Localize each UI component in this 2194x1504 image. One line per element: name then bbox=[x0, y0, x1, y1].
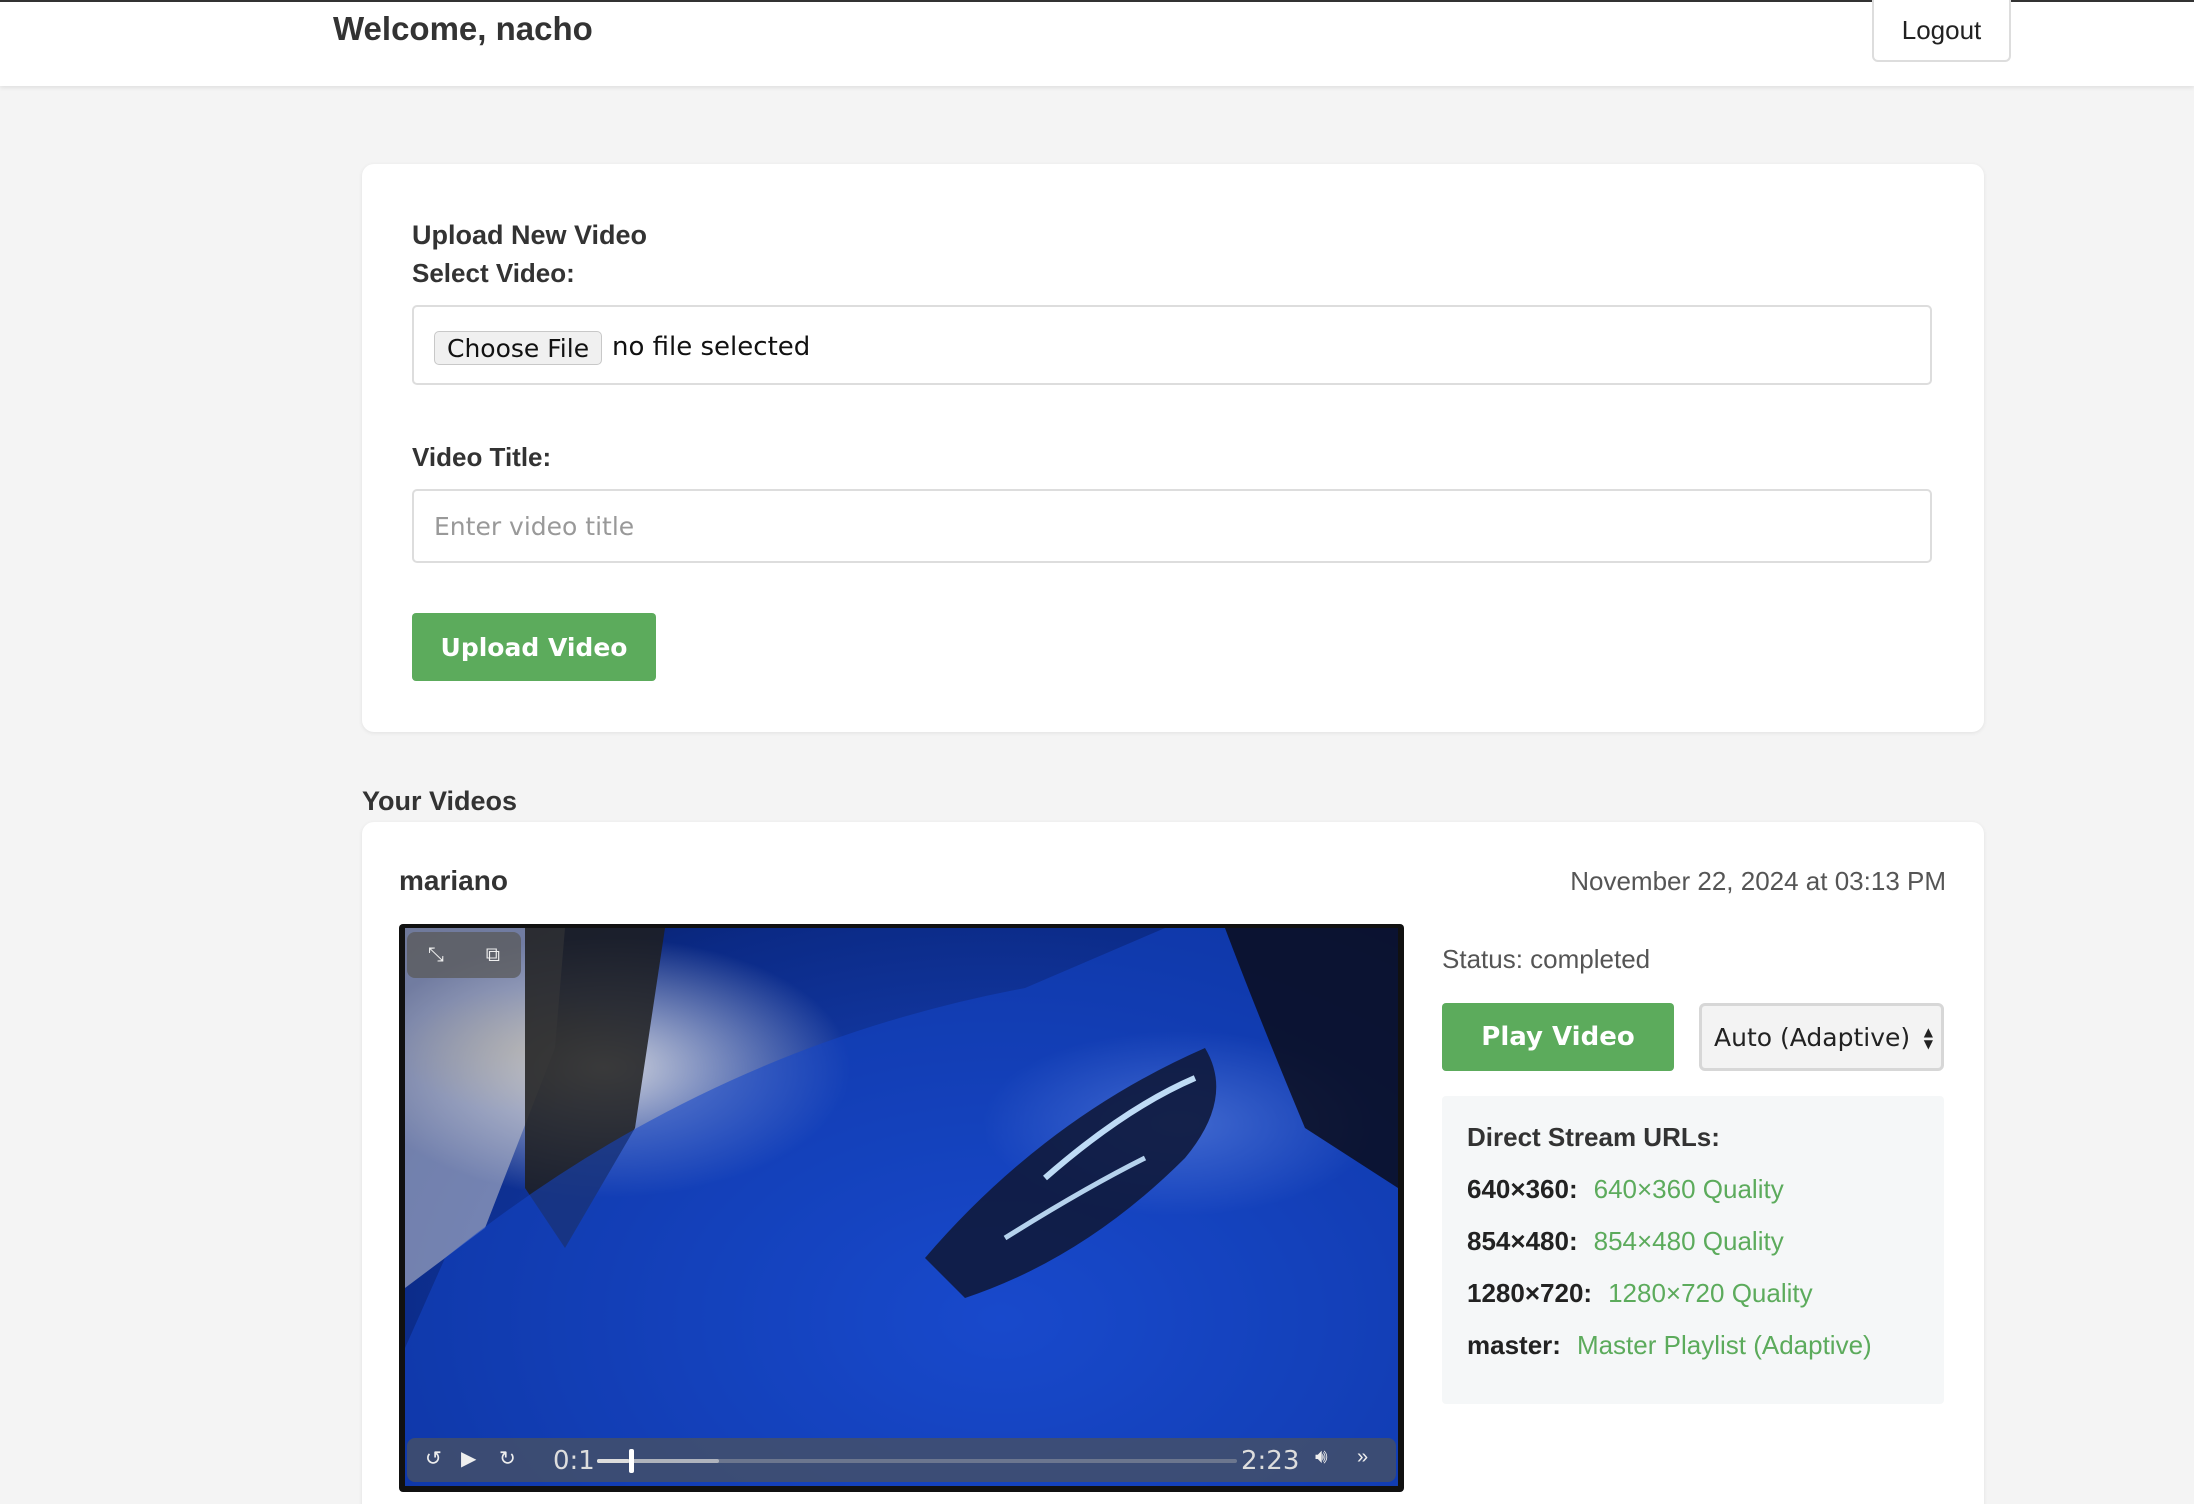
upload-section-title: Upload New Video bbox=[412, 220, 648, 250]
stream-url-link[interactable]: Master Playlist (Adaptive) bbox=[1577, 1330, 1872, 1360]
stream-urls-title: Direct Stream URLs: bbox=[1467, 1122, 1720, 1152]
rewind-icon[interactable]: ↺ bbox=[425, 1446, 442, 1471]
video-name: mariano bbox=[399, 865, 508, 896]
volume-icon[interactable]: 🔊︎ bbox=[1315, 1446, 1328, 1469]
seek-bar[interactable] bbox=[597, 1449, 1237, 1473]
stream-url-row: master: Master Playlist (Adaptive) bbox=[1467, 1330, 1872, 1361]
choose-file-button[interactable]: Choose File bbox=[434, 331, 603, 365]
stream-url-key: 1280×720: bbox=[1467, 1278, 1593, 1308]
stream-url-row: 1280×720: 1280×720 Quality bbox=[1467, 1278, 1813, 1309]
car-thumbnail-image bbox=[405, 928, 1398, 1486]
stream-url-link[interactable]: 1280×720 Quality bbox=[1608, 1278, 1813, 1308]
stream-url-key: 640×360: bbox=[1467, 1174, 1578, 1204]
stream-url-row: 640×360: 640×360 Quality bbox=[1467, 1174, 1784, 1205]
stream-url-link[interactable]: 854×480 Quality bbox=[1594, 1226, 1784, 1256]
total-time: 2:23 bbox=[1241, 1446, 1300, 1476]
player-control-bar: ↺ ▶ ↻ 0:1 2:23 🔊︎ » bbox=[407, 1438, 1396, 1482]
select-video-label: Select Video: bbox=[412, 258, 575, 288]
stream-url-key: 854×480: bbox=[1467, 1226, 1578, 1256]
stream-url-key: master: bbox=[1467, 1330, 1561, 1360]
video-date: November 22, 2024 at 03:13 PM bbox=[1570, 866, 1946, 896]
upload-video-button[interactable]: Upload Video bbox=[412, 613, 656, 681]
video-title-label: Video Title: bbox=[412, 442, 552, 472]
welcome-text: Welcome, nacho bbox=[333, 10, 593, 47]
video-player[interactable]: ⤡ ⧉ ↺ ▶ ↻ 0:1 2:23 🔊︎ » bbox=[399, 924, 1404, 1492]
video-frame bbox=[405, 928, 1398, 1486]
play-icon[interactable]: ▶ bbox=[461, 1446, 476, 1471]
stream-url-row: 854×480: 854×480 Quality bbox=[1467, 1226, 1784, 1257]
upload-card: Upload New Video Select Video: Choose Fi… bbox=[362, 164, 1984, 732]
video-card: mariano November 22, 2024 at 03:13 PM ⤡ … bbox=[362, 822, 1984, 1504]
quality-select[interactable]: Auto (Adaptive) ▲ ▼ bbox=[1699, 1003, 1944, 1071]
seek-progress bbox=[597, 1459, 629, 1463]
your-videos-heading: Your Videos bbox=[362, 786, 518, 816]
logout-button[interactable]: Logout bbox=[1872, 0, 2011, 62]
top-header: Welcome, nacho Logout bbox=[0, 0, 2194, 86]
file-input[interactable]: Choose File no file selected bbox=[412, 305, 1932, 385]
video-title-input[interactable] bbox=[412, 489, 1932, 563]
no-file-text: no file selected bbox=[612, 332, 811, 362]
quality-selected-value: Auto (Adaptive) bbox=[1714, 1022, 1911, 1052]
seek-thumb[interactable] bbox=[629, 1449, 634, 1473]
play-video-button[interactable]: Play Video bbox=[1442, 1003, 1674, 1071]
stream-url-link[interactable]: 640×360 Quality bbox=[1594, 1174, 1784, 1204]
fullscreen-icon[interactable]: ⤡ bbox=[428, 944, 444, 967]
forward-icon[interactable]: ↻ bbox=[499, 1446, 516, 1471]
video-status: Status: completed bbox=[1442, 944, 1651, 974]
stream-urls-box: Direct Stream URLs: 640×360: 640×360 Qual… bbox=[1442, 1096, 1944, 1404]
current-time: 0:1 bbox=[553, 1446, 595, 1476]
picture-in-picture-icon[interactable]: ⧉ bbox=[486, 944, 500, 967]
select-arrows-icon: ▲ ▼ bbox=[1923, 1025, 1933, 1051]
pip-controls: ⤡ ⧉ bbox=[407, 932, 521, 978]
more-controls-icon[interactable]: » bbox=[1357, 1446, 1368, 1469]
